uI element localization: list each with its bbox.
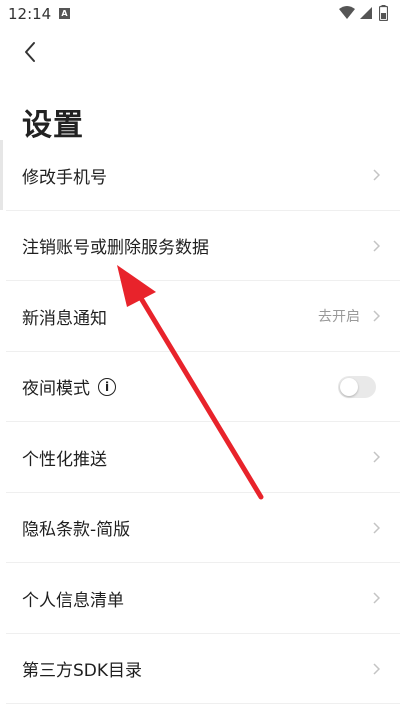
page-title: 设置 [22,108,84,143]
notifications-status-value: 去开启 [318,309,360,326]
settings-item-label: 注销账号或删除服务数据 [22,238,209,259]
settings-item-privacy-brief[interactable]: 隐私条款-简版 [0,493,400,564]
settings-item-label: 修改手机号 [22,167,107,188]
chevron-right-icon [373,240,380,252]
chevron-right-icon [373,451,380,463]
settings-item-label: 新消息通知 [22,308,107,329]
chevron-right-icon [373,522,380,534]
info-circle-icon[interactable]: i [98,377,116,396]
chevron-right-icon [373,169,380,181]
battery-icon [379,5,388,21]
signal-icon [360,7,372,19]
back-button[interactable] [14,36,46,68]
chevron-left-icon [25,42,35,62]
night-mode-label-wrap: 夜间模式 i [22,374,116,399]
settings-list: 修改手机号 注销账号或删除服务数据 新消息通知 去开启 夜间模式 i 个性化推送… [0,140,400,704]
settings-item-notifications[interactable]: 新消息通知 去开启 [0,281,400,352]
settings-item-change-phone[interactable]: 修改手机号 [0,140,400,211]
settings-item-label: 第三方SDK目录 [22,661,143,682]
status-time: 12:14 [8,5,52,23]
settings-item-personalized-push[interactable]: 个性化推送 [0,422,400,493]
status-bar: 12:14 A [0,0,400,28]
settings-item-personal-info-list[interactable]: 个人信息清单 [0,563,400,634]
chevron-right-icon [373,663,380,675]
settings-item-label: 隐私条款-简版 [22,520,131,541]
settings-item-delete-account[interactable]: 注销账号或删除服务数据 [0,211,400,282]
settings-item-label: 夜间模式 [22,379,90,400]
chevron-right-icon [373,592,380,604]
chevron-right-icon [373,310,380,322]
night-mode-toggle[interactable] [338,375,376,398]
wifi-icon [339,6,355,19]
toggle-knob [340,377,358,396]
notification-a-icon: A [59,8,70,19]
settings-item-label: 个人信息清单 [22,590,124,611]
settings-item-third-party-sdk[interactable]: 第三方SDK目录 [0,634,400,705]
settings-item-night-mode: 夜间模式 i [0,352,400,423]
settings-item-label: 个性化推送 [22,449,107,470]
